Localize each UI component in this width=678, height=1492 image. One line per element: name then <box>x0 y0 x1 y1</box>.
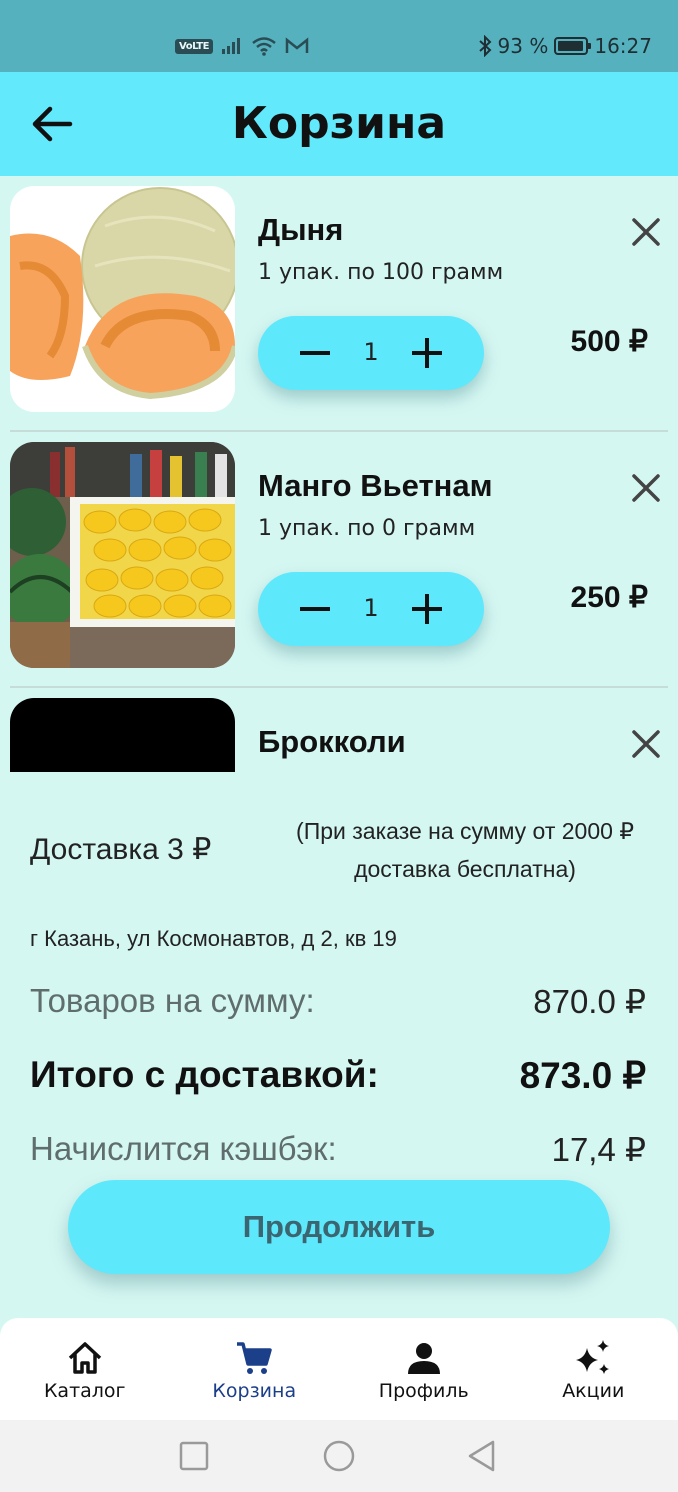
quantity-value: 1 <box>363 338 379 366</box>
mail-icon <box>285 37 309 53</box>
goods-total-row: Товаров на сумму: 870.0 ₽ <box>30 982 646 1021</box>
increase-quantity-button[interactable] <box>408 590 446 628</box>
quantity-value: 1 <box>363 594 379 622</box>
wifi-icon <box>252 37 276 56</box>
person-icon <box>407 1343 440 1374</box>
cart-icon <box>237 1342 272 1374</box>
clock: 16:27 <box>594 34 652 58</box>
nav-label: Профиль <box>378 1380 469 1402</box>
remove-item-button[interactable] <box>630 472 662 504</box>
cashback-label: Начислится кэшбэк: <box>30 1130 337 1167</box>
triangle-back-icon <box>468 1440 495 1472</box>
cashback-value: 17,4 ₽ <box>551 1131 646 1168</box>
grand-total-value: 873.0 ₽ <box>519 1055 646 1096</box>
item-name: Дыня <box>258 212 344 247</box>
decrease-quantity-button[interactable] <box>296 590 334 628</box>
signal-icon <box>221 38 240 54</box>
delivery-cost: Доставка 3 ₽ <box>30 833 212 866</box>
bluetooth-icon <box>478 35 491 57</box>
nav-item-catalog[interactable]: Каталог <box>0 1318 170 1420</box>
nav-label: Каталог <box>43 1380 126 1402</box>
square-icon <box>179 1441 209 1471</box>
plus-icon <box>412 594 442 624</box>
battery-icon <box>554 37 592 55</box>
item-name: Брокколи <box>258 724 406 759</box>
close-icon <box>632 218 660 246</box>
order-summary: Доставка 3 ₽ (При заказе на сумму от 200… <box>0 772 678 1318</box>
home-icon <box>68 1342 101 1374</box>
page-title: Корзина <box>231 98 447 149</box>
nav-item-profile[interactable]: Профиль <box>339 1318 509 1420</box>
plus-icon <box>412 338 442 368</box>
sparkle-icon <box>576 1340 610 1374</box>
product-image-broccoli[interactable] <box>10 698 235 772</box>
free-delivery-note: (При заказе на сумму от 2000 ₽ доставка … <box>296 818 634 882</box>
grand-total-row: Итого с доставкой: 873.0 ₽ <box>30 1054 646 1097</box>
product-image-mango[interactable] <box>10 442 235 668</box>
status-left: VoLTE <box>175 36 309 56</box>
nav-label: Корзина <box>212 1380 297 1402</box>
item-price: 250 ₽ <box>570 581 648 614</box>
nav-item-promotions[interactable]: Акции <box>509 1318 678 1420</box>
status-right: 93 % 16:27 <box>478 34 652 58</box>
quantity-stepper: 1 <box>258 572 484 646</box>
recent-apps-button[interactable] <box>176 1438 212 1474</box>
increase-quantity-button[interactable] <box>408 334 446 372</box>
cart-item: Брокколи <box>0 688 678 772</box>
battery-percent: 93 % <box>497 34 549 58</box>
cart-item: Манго Вьетнам 1 упак. по 0 грамм 1 250 ₽ <box>0 432 678 688</box>
continue-button[interactable]: Продолжить <box>68 1180 610 1274</box>
nav-label: Акции <box>562 1380 625 1402</box>
minus-icon <box>300 351 330 355</box>
goods-total-label: Товаров на сумму: <box>30 982 315 1019</box>
goods-total-value: 870.0 ₽ <box>533 983 646 1020</box>
system-navigation-bar <box>0 1420 678 1492</box>
close-icon <box>632 474 660 502</box>
circle-icon <box>323 1440 355 1472</box>
bottom-navigation: Каталог Корзина Профиль Акции <box>0 1318 678 1420</box>
cart-list: Дыня 1 упак. по 100 грамм 1 500 ₽ Манго … <box>0 176 678 772</box>
quantity-stepper: 1 <box>258 316 484 390</box>
app-bar: Корзина <box>0 72 678 176</box>
item-pack-size: 1 упак. по 100 грамм <box>258 260 504 285</box>
status-bar: VoLTE 93 % 16:27 <box>0 0 678 72</box>
item-price: 500 ₽ <box>570 325 648 358</box>
nav-item-cart[interactable]: Корзина <box>170 1318 340 1420</box>
remove-item-button[interactable] <box>630 216 662 248</box>
home-button[interactable] <box>321 1438 357 1474</box>
delivery-address[interactable]: г Казань, ул Космонавтов, д 2, кв 19 <box>30 926 397 952</box>
minus-icon <box>300 607 330 611</box>
grand-total-label: Итого с доставкой: <box>30 1054 379 1095</box>
item-pack-size: 1 упак. по 0 грамм <box>258 516 476 541</box>
close-icon <box>632 730 660 758</box>
item-name: Манго Вьетнам <box>258 468 493 503</box>
decrease-quantity-button[interactable] <box>296 334 334 372</box>
system-back-button[interactable] <box>464 1438 500 1474</box>
volte-icon: VoLTE <box>175 38 213 54</box>
product-image-melon[interactable] <box>10 186 235 412</box>
cart-item: Дыня 1 упак. по 100 грамм 1 500 ₽ <box>0 176 678 432</box>
cashback-row: Начислится кэшбэк: 17,4 ₽ <box>30 1130 646 1169</box>
remove-item-button[interactable] <box>630 728 662 760</box>
